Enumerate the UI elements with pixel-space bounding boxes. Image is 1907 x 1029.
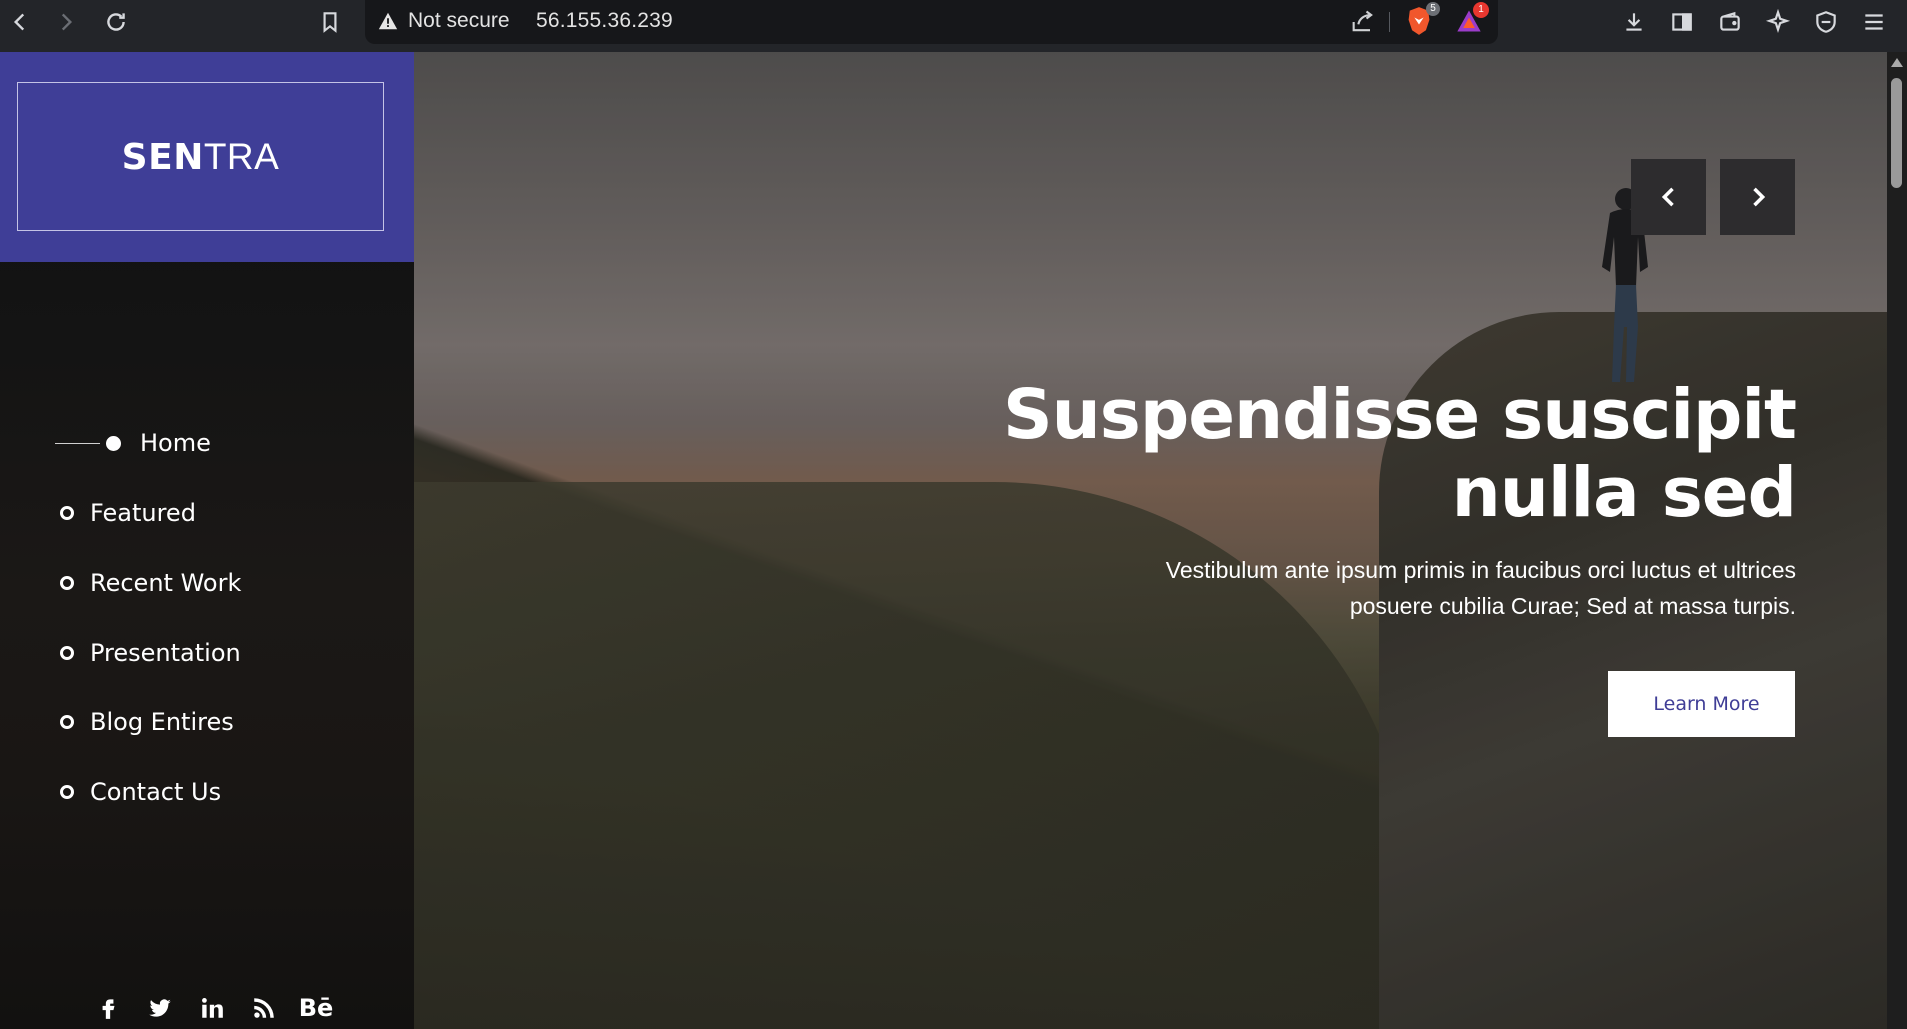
hero-headline: Suspendisse suscipit nulla sed [896, 375, 1797, 533]
logo-block: SENTRA [0, 52, 414, 262]
nav-label: Contact Us [90, 778, 222, 806]
twitter-icon[interactable] [134, 992, 186, 1024]
hero-slider [414, 52, 1887, 1029]
nav-bullet-icon [60, 646, 74, 660]
social-links: Bē [82, 992, 342, 1024]
back-icon[interactable] [2, 4, 38, 40]
reload-icon[interactable] [98, 4, 134, 40]
nav-item-blog-entries[interactable]: Blog Entires [60, 702, 234, 742]
nav-label: Recent Work [90, 569, 242, 597]
warning-icon [378, 12, 398, 30]
behance-icon[interactable]: Bē [290, 992, 342, 1024]
browser-toolbar: Not secure 56.155.36.239 5 1 [0, 0, 1907, 52]
nav-label: Presentation [90, 639, 241, 667]
facebook-icon[interactable] [82, 992, 134, 1024]
nav-item-presentation[interactable]: Presentation [60, 633, 241, 673]
leo-icon[interactable] [1760, 4, 1796, 40]
nav-label: Home [140, 429, 211, 457]
url-text[interactable]: 56.155.36.239 [536, 9, 673, 33]
nav-item-recent-work[interactable]: Recent Work [60, 563, 241, 603]
logo-text-bold: SEN [121, 136, 204, 178]
bookmark-icon[interactable] [312, 4, 348, 40]
page: Suspendisse suscipit nulla sed Vestibulu… [0, 52, 1887, 1029]
page-scrollbar[interactable] [1887, 52, 1907, 1029]
divider [1389, 12, 1390, 32]
slider-prev-button[interactable] [1631, 159, 1706, 235]
logo-text: SENTRA [122, 136, 280, 178]
hero-headline-line: Suspendisse suscipit [1002, 375, 1797, 455]
nav-bullet-icon [60, 785, 74, 799]
share-icon[interactable] [1349, 8, 1377, 36]
rewards-count-badge: 1 [1473, 2, 1489, 18]
shield-count-badge: 5 [1426, 2, 1440, 16]
sidebar-icon[interactable] [1664, 4, 1700, 40]
logo-text-light: TRA [203, 135, 280, 177]
forward-icon[interactable] [48, 4, 84, 40]
logo[interactable]: SENTRA [17, 82, 384, 231]
learn-more-button[interactable]: Learn More [1608, 671, 1795, 737]
nav-label: Blog Entires [90, 708, 234, 736]
nav-bullet-icon [60, 506, 74, 520]
download-icon[interactable] [1616, 4, 1652, 40]
behance-text: Bē [298, 994, 334, 1022]
sidebar: SENTRA Home Featured Recent Work Present… [0, 52, 414, 1029]
wallet-icon[interactable] [1712, 4, 1748, 40]
hero-headline-line: nulla sed [1451, 453, 1797, 533]
rss-icon[interactable] [238, 992, 290, 1024]
menu-icon[interactable] [1856, 4, 1892, 40]
nav-bullet-icon [60, 576, 74, 590]
hero-subtext: Vestibulum ante ipsum primis in faucibus… [976, 552, 1796, 624]
chevron-right-icon [1752, 187, 1765, 207]
active-indicator-line [55, 442, 100, 444]
hero-subtext-line: Vestibulum ante ipsum primis in faucibus… [1165, 557, 1796, 583]
hero-subtext-line: posuere cubilia Curae; Sed at massa turp… [1349, 593, 1796, 619]
nav-item-contact-us[interactable]: Contact Us [60, 772, 221, 812]
nav-label: Featured [90, 499, 196, 527]
chevron-left-icon [1661, 187, 1674, 207]
scrollbar-thumb[interactable] [1891, 78, 1902, 188]
nav-item-featured[interactable]: Featured [60, 493, 196, 533]
nav-item-home[interactable]: Home [55, 423, 211, 463]
security-label[interactable]: Not secure [408, 9, 510, 33]
nav-bullet-icon [60, 715, 74, 729]
linkedin-icon[interactable] [186, 992, 238, 1024]
nav-bullet-icon [106, 435, 121, 451]
vpn-icon[interactable] [1808, 4, 1844, 40]
slider-next-button[interactable] [1720, 159, 1795, 235]
scroll-up-icon[interactable] [1891, 58, 1903, 67]
address-bar[interactable]: Not secure 56.155.36.239 5 1 [365, 0, 1498, 44]
